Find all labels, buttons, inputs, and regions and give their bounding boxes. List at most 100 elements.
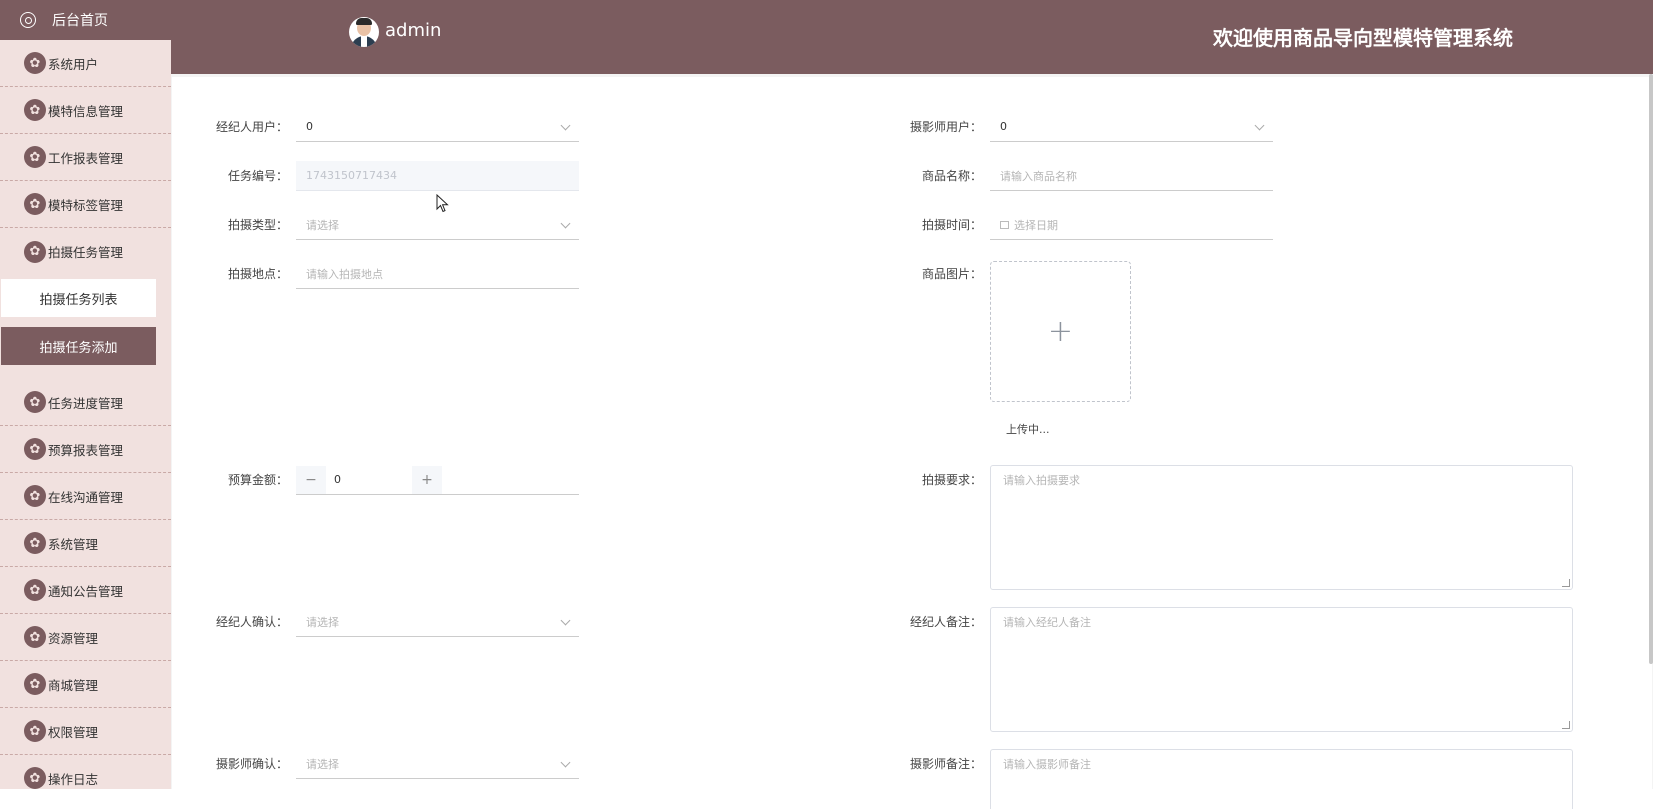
flower-icon: ✿	[24, 532, 46, 554]
photographer-confirm-select[interactable]: 请选择	[296, 749, 579, 779]
form-row-agent-user: 经纪人用户： 0	[172, 112, 579, 142]
form-row-budget: 预算金额： − 0 +	[172, 465, 579, 495]
budget-stepper: − 0 +	[296, 465, 579, 495]
agent-user-label: 经纪人用户：	[215, 120, 288, 134]
task-no-label: 任务编号：	[227, 169, 288, 183]
sub-item-task-list[interactable]: 拍摄任务列表	[1, 279, 156, 317]
shoot-type-select[interactable]: 请选择	[296, 210, 579, 240]
mouse-cursor-icon	[436, 194, 449, 213]
sidebar-item-label: 系统管理	[48, 536, 99, 552]
resize-grip-icon[interactable]	[1562, 579, 1570, 587]
product-name-input[interactable]: 请输入商品名称	[990, 161, 1273, 191]
form-row-photographer-note: 摄影师备注： 请输入摄影师备注	[866, 749, 1573, 809]
agent-note-textarea[interactable]: 请输入经纪人备注	[990, 607, 1573, 732]
form-row-shoot-requirement: 拍摄要求： 请输入拍摄要求	[866, 465, 1573, 590]
form-row-task-no: 任务编号： 1743150717434	[172, 161, 579, 191]
sidebar-item-system-admin[interactable]: ✿ 系统管理	[0, 520, 171, 567]
sidebar-item-label: 权限管理	[48, 724, 99, 740]
chevron-down-icon	[560, 218, 571, 229]
photographer-confirm-placeholder: 请选择	[306, 757, 339, 771]
sidebar-home[interactable]: 后台首页	[0, 0, 171, 40]
flower-icon: ✿	[24, 485, 46, 507]
photographer-user-label: 摄影师用户：	[909, 120, 982, 134]
shoot-time-picker[interactable]: 选择日期	[990, 210, 1273, 240]
sidebar-item-permissions[interactable]: ✿ 权限管理	[0, 708, 171, 755]
plus-icon[interactable]: +	[412, 465, 442, 494]
sidebar-item-label: 通知公告管理	[48, 583, 124, 599]
agent-confirm-select[interactable]: 请选择	[296, 607, 579, 637]
budget-value[interactable]: 0	[326, 473, 412, 486]
photographer-user-select[interactable]: 0	[990, 112, 1273, 142]
form-row-product-image: 商品图片： +	[866, 259, 1131, 402]
avatar[interactable]	[349, 17, 379, 47]
chevron-down-icon	[560, 120, 571, 131]
task-no-value: 1743150717434	[306, 169, 397, 182]
sidebar-item-label: 任务进度管理	[48, 395, 124, 411]
sidebar-item-mall[interactable]: ✿ 商城管理	[0, 661, 171, 708]
shoot-location-label: 拍摄地点：	[227, 267, 288, 281]
user-name[interactable]: admin	[385, 20, 441, 41]
photographer-confirm-label: 摄影师确认：	[215, 757, 288, 771]
flower-icon: ✿	[24, 52, 46, 74]
chevron-down-icon	[1254, 120, 1265, 131]
flower-icon: ✿	[24, 240, 46, 263]
form-row-photographer-confirm: 摄影师确认： 请选择	[172, 749, 579, 779]
sidebar-item-label: 预算报表管理	[48, 442, 124, 458]
sidebar-item-online-chat[interactable]: ✿ 在线沟通管理	[0, 473, 171, 520]
sidebar-item-shoot-tasks[interactable]: ✿ 拍摄任务管理	[0, 228, 171, 275]
shoot-type-placeholder: 请选择	[306, 218, 339, 232]
form-row-shoot-location: 拍摄地点： 请输入拍摄地点	[172, 259, 579, 289]
sidebar-item-operation-log[interactable]: ✿ 操作日志	[0, 755, 171, 789]
form-row-shoot-type: 拍摄类型： 请选择	[172, 210, 579, 240]
shoot-location-placeholder: 请输入拍摄地点	[306, 267, 383, 281]
flower-icon: ✿	[24, 193, 46, 215]
sidebar-item-model-info[interactable]: ✿ 模特信息管理	[0, 87, 171, 134]
sidebar-item-budget-report[interactable]: ✿ 预算报表管理	[0, 426, 171, 473]
photographer-note-placeholder: 请输入摄影师备注	[1003, 758, 1091, 771]
sidebar-item-notices[interactable]: ✿ 通知公告管理	[0, 567, 171, 614]
sidebar-item-label: 拍摄任务管理	[48, 245, 124, 260]
agent-user-select[interactable]: 0	[296, 112, 579, 142]
sidebar-item-resources[interactable]: ✿ 资源管理	[0, 614, 171, 661]
product-image-label: 商品图片：	[921, 267, 982, 281]
product-name-label: 商品名称：	[921, 169, 982, 183]
task-no-input: 1743150717434	[296, 161, 579, 191]
task-form: 经纪人用户： 0 摄影师用户： 0 任务编号： 1743150717434 商品…	[172, 77, 1652, 809]
sidebar-item-label: 资源管理	[48, 630, 99, 646]
chevron-down-icon	[560, 615, 571, 626]
sidebar-item-task-progress[interactable]: ✿ 任务进度管理	[0, 379, 171, 426]
shoot-type-label: 拍摄类型：	[227, 218, 288, 232]
shoot-requirement-textarea[interactable]: 请输入拍摄要求	[990, 465, 1573, 590]
sidebar-item-system-users[interactable]: ✿ 系统用户	[0, 40, 171, 87]
top-header: admin 欢迎使用商品导向型模特管理系统	[171, 0, 1653, 74]
sub-item-task-add[interactable]: 拍摄任务添加	[1, 327, 156, 365]
page-scrollbar[interactable]	[1649, 74, 1653, 664]
flower-icon: ✿	[24, 626, 46, 648]
shoot-time-placeholder: 选择日期	[1014, 218, 1058, 232]
flower-icon: ✿	[24, 99, 46, 121]
sidebar-item-work-report[interactable]: ✿ 工作报表管理	[0, 134, 171, 181]
flower-icon: ✿	[24, 767, 46, 789]
sidebar: 后台首页 ✿ 系统用户 ✿ 模特信息管理 ✿ 工作报表管理 ✿ 模特标签管理 ✿ 拍摄任务…	[0, 0, 172, 789]
agent-confirm-label: 经纪人确认：	[215, 615, 288, 629]
photographer-note-textarea[interactable]: 请输入摄影师备注	[990, 749, 1573, 809]
flower-icon: ✿	[24, 391, 46, 413]
minus-icon[interactable]: −	[296, 465, 326, 494]
flower-icon: ✿	[24, 146, 46, 168]
sidebar-home-label: 后台首页	[52, 13, 108, 29]
plus-icon: +	[1047, 314, 1074, 349]
shoot-location-input[interactable]: 请输入拍摄地点	[296, 259, 579, 289]
main-content: 经纪人用户： 0 摄影师用户： 0 任务编号： 1743150717434 商品…	[171, 74, 1653, 809]
image-upload-box[interactable]: +	[990, 261, 1131, 402]
sidebar-item-label: 操作日志	[48, 771, 99, 787]
form-row-product-name: 商品名称： 请输入商品名称	[866, 161, 1273, 191]
submenu-shoot-tasks: 拍摄任务列表 拍摄任务添加	[0, 275, 171, 379]
form-row-photographer-user: 摄影师用户： 0	[866, 112, 1273, 142]
chevron-down-icon	[560, 757, 571, 768]
resize-grip-icon[interactable]	[1562, 721, 1570, 729]
sidebar-item-model-tags[interactable]: ✿ 模特标签管理	[0, 181, 171, 228]
shoot-requirement-placeholder: 请输入拍摄要求	[1003, 474, 1080, 487]
flower-icon: ✿	[24, 438, 46, 460]
agent-confirm-placeholder: 请选择	[306, 615, 339, 629]
form-row-agent-note: 经纪人备注： 请输入经纪人备注	[866, 607, 1573, 732]
